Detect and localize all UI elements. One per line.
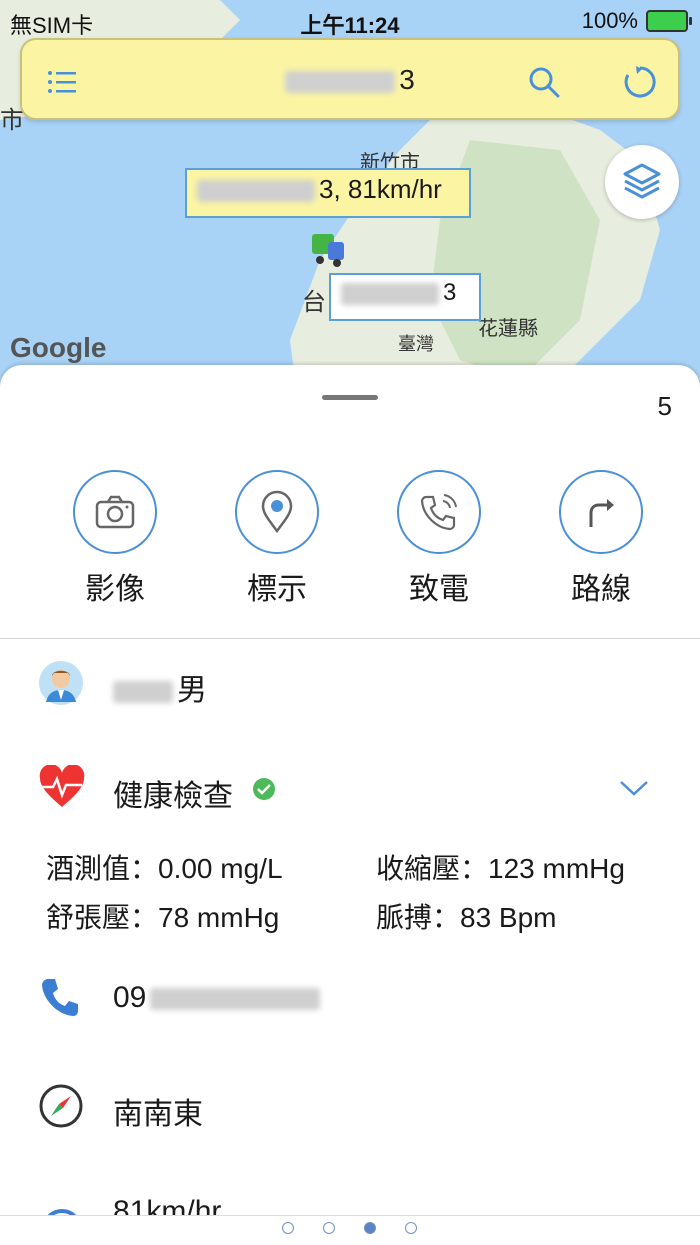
sheet-drag-handle[interactable] [322, 395, 378, 400]
item-count: 5 [657, 391, 672, 421]
action-label: 影像 [85, 573, 145, 606]
systolic-value: 收縮壓：123 mmHg [376, 853, 625, 884]
health-check-title: 健康檢查 [113, 780, 233, 813]
action-label: 致電 [409, 573, 469, 606]
driver-row[interactable]: 男 [0, 655, 700, 711]
health-check-row[interactable]: 健康檢查 [0, 765, 700, 815]
action-image-button[interactable]: 影像 [55, 470, 175, 608]
driver-name: 男 [113, 665, 207, 709]
driver-avatar-icon [39, 661, 83, 705]
vehicle-speed-text: 3, 81km/hr [319, 174, 442, 204]
divider [0, 638, 700, 639]
phone-row[interactable]: 09 [0, 973, 700, 1023]
refresh-icon[interactable] [622, 64, 658, 100]
map-label-taichung: 台 [302, 289, 326, 316]
search-icon[interactable] [526, 64, 562, 100]
diastolic-value: 舒張壓：78 mmHg [46, 902, 280, 933]
battery-icon [646, 10, 692, 32]
action-label: 路線 [571, 573, 631, 606]
redacted-phone [150, 988, 321, 1011]
map-label-hualien: 花蓮縣 [478, 318, 538, 340]
compass-icon [39, 1084, 83, 1128]
redacted-plate [285, 70, 396, 93]
vehicle-search-bar[interactable]: 3 [20, 38, 680, 120]
action-mark-button[interactable]: 標示 [217, 470, 337, 608]
vehicle-title-suffix: 3 [399, 64, 415, 95]
map-view[interactable]: 無SIM卡 上午11:24 100% 市 新竹市 台 花蓮縣 臺灣 3, 81k… [0, 0, 700, 420]
camera-icon [95, 495, 135, 529]
page-indicator[interactable] [0, 1215, 700, 1245]
page-dot[interactable] [323, 1222, 335, 1234]
page-dot[interactable] [282, 1222, 294, 1234]
google-logo: Google [10, 332, 107, 363]
heart-pulse-icon [39, 765, 85, 807]
check-circle-icon [253, 778, 275, 800]
vehicle-detail-sheet[interactable]: 5 影像 標示 致電 路線 男 健康檢查 酒測值：0.00 mg/L 收縮壓：1… [0, 365, 700, 1244]
truck-marker-icon[interactable] [310, 230, 346, 270]
driver-name-suffix: 男 [177, 674, 207, 707]
vehicle-speed-tag[interactable]: 3, 81km/hr [185, 168, 471, 218]
phone-call-icon [420, 494, 457, 531]
action-call-button[interactable]: 致電 [379, 470, 499, 608]
redacted-plate [197, 180, 315, 203]
location-pin-icon [261, 490, 293, 534]
layers-icon [623, 163, 661, 199]
battery-percent: 100% [581, 8, 638, 33]
direction-row: 南南東 [0, 1081, 700, 1131]
vehicle-marker-text: 3 [443, 279, 457, 306]
page-dot-active[interactable] [364, 1222, 376, 1234]
chevron-down-icon[interactable] [617, 777, 651, 799]
route-arrow-icon [589, 499, 614, 527]
map-label-taiwan: 臺灣 [398, 334, 434, 354]
redacted-plate [341, 282, 439, 305]
alcohol-value: 酒測值：0.00 mg/L [46, 853, 283, 884]
status-bar: 無SIM卡 上午11:24 100% [0, 0, 700, 40]
phone-icon [42, 979, 78, 1016]
vehicle-title: 3 [22, 64, 678, 96]
action-label: 標示 [247, 573, 307, 606]
phone-number[interactable]: 09 [113, 981, 324, 1015]
phone-prefix: 09 [113, 981, 147, 1014]
action-route-button[interactable]: 路線 [541, 470, 661, 608]
direction-text: 南南東 [113, 1098, 203, 1131]
vehicle-marker-label[interactable]: 3 [329, 273, 481, 321]
page-dot[interactable] [405, 1222, 417, 1234]
redacted-name [113, 681, 173, 704]
map-layers-button[interactable] [605, 145, 679, 219]
pulse-value: 脈搏：83 Bpm [376, 902, 557, 933]
battery-indicator: 100% [581, 8, 692, 34]
